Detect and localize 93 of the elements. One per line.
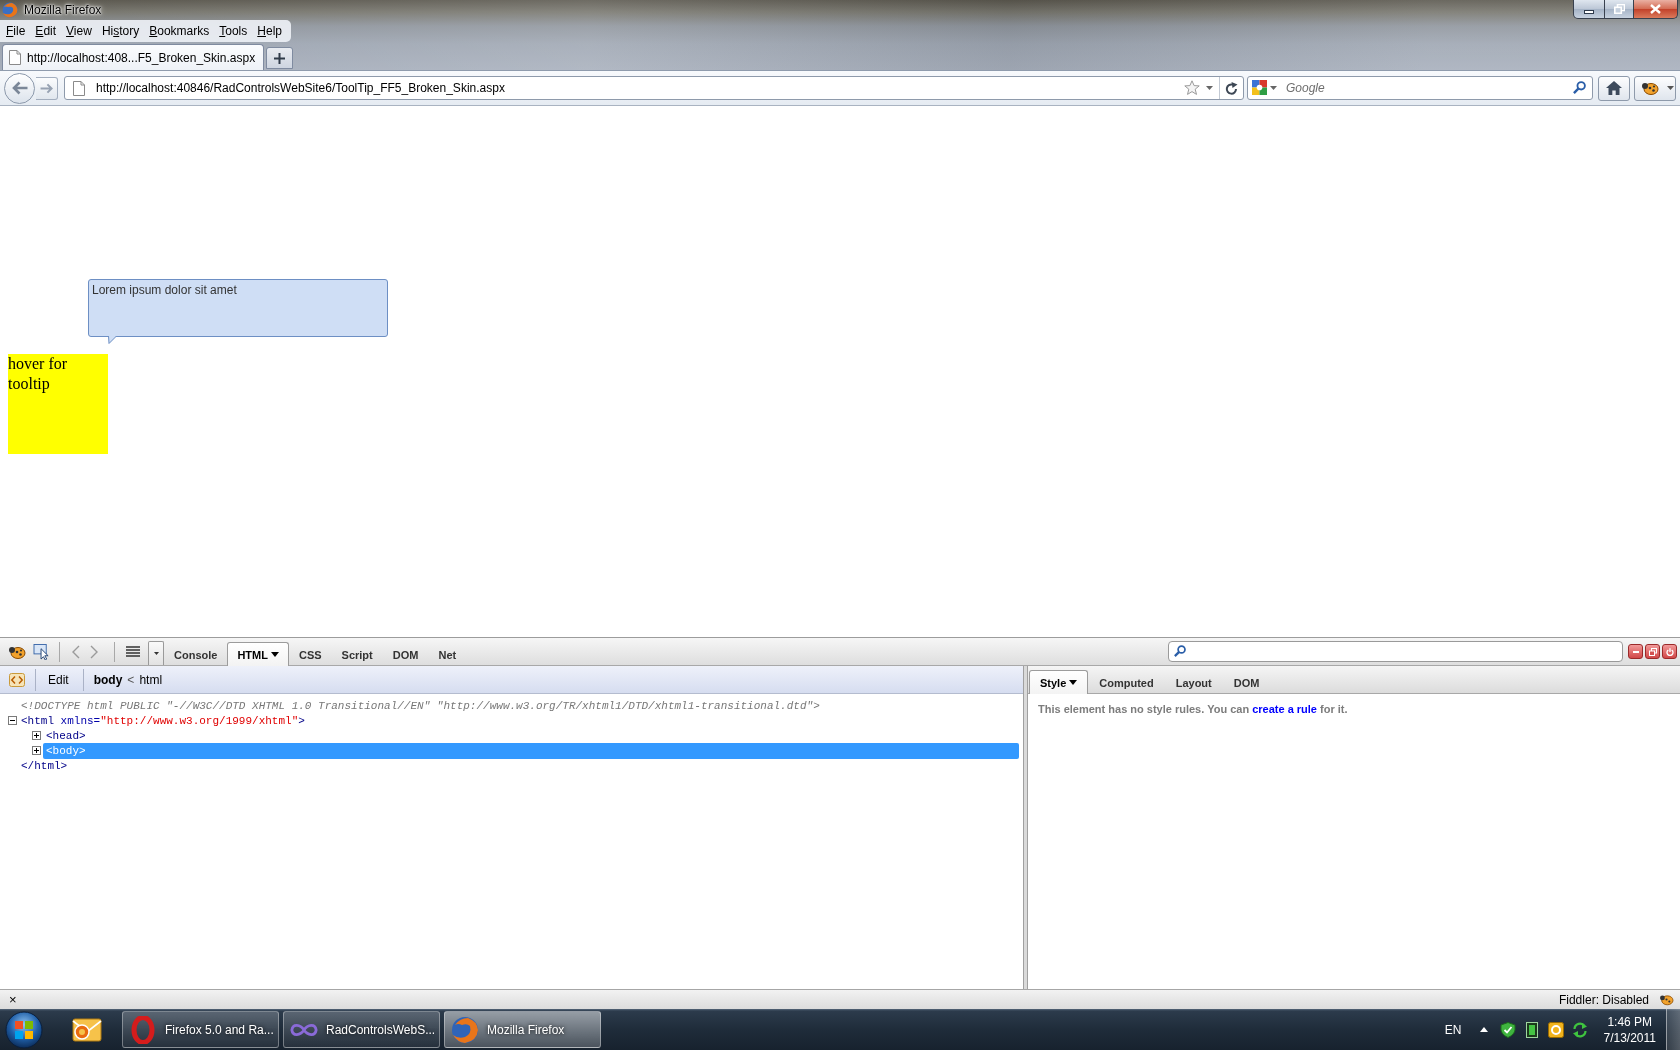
edit-button[interactable]: Edit	[44, 672, 73, 687]
hover-target[interactable]: hover for tooltip	[8, 354, 108, 454]
firebug-button[interactable]	[1634, 75, 1676, 101]
start-orb-icon[interactable]	[5, 1010, 43, 1049]
menu-item[interactable]: Edit	[30, 24, 62, 38]
sync-arrows-icon[interactable]	[1571, 1021, 1588, 1038]
show-desktop-button[interactable]	[1666, 1009, 1680, 1050]
code-brackets-icon[interactable]	[9, 672, 25, 687]
side-panel-tab[interactable]: Style	[1029, 670, 1089, 694]
close-button[interactable]	[1662, 644, 1677, 659]
ring-icon	[129, 1015, 157, 1044]
restore-button[interactable]	[1605, 0, 1634, 19]
back-button[interactable]	[4, 72, 35, 104]
page-icon	[9, 50, 21, 65]
restore-icon	[1613, 4, 1625, 14]
menu-item[interactable]: History	[96, 24, 145, 38]
caret-icon[interactable]	[1206, 86, 1213, 90]
new-tab-button[interactable]	[266, 47, 294, 69]
breadcrumb-item[interactable]: html	[137, 672, 165, 687]
panel-tab[interactable]: Net	[428, 643, 467, 666]
caret-icon	[1667, 86, 1674, 90]
menu-dropdown-button[interactable]	[148, 641, 164, 665]
collapse-icon[interactable]	[8, 716, 17, 725]
browser-tab[interactable]: http://localhost:408...F5_Broken_Skin.aspx	[2, 44, 265, 70]
html-tag-line[interactable]: <head>	[43, 727, 86, 744]
search-icon	[1174, 645, 1186, 657]
envelope-icon[interactable]	[72, 1015, 102, 1044]
side-panel-tab[interactable]: Layout	[1164, 671, 1223, 694]
minimize-icon	[1584, 9, 1594, 14]
power-icon	[1665, 647, 1674, 656]
panel-tab[interactable]: CSS	[288, 643, 332, 666]
menu-item[interactable]: File	[1, 24, 31, 38]
taskbar-button[interactable]: Firefox 5.0 and Ra...	[122, 1011, 279, 1048]
panel-tab[interactable]: HTML	[227, 642, 289, 666]
reload-icon	[1225, 81, 1238, 95]
bug-icon	[1641, 80, 1659, 96]
home-button[interactable]	[1598, 75, 1630, 101]
bug-icon[interactable]	[1659, 993, 1674, 1006]
clock-time[interactable]: 1:46 PM	[1607, 1013, 1653, 1030]
panel-tab[interactable]: DOM	[382, 643, 429, 666]
side-panel-tab[interactable]: Computed	[1088, 671, 1165, 694]
path-separator: <	[126, 672, 136, 687]
ring-tile-icon[interactable]	[1547, 1021, 1564, 1038]
close-button[interactable]: ×	[6, 992, 20, 1007]
menu-item[interactable]: Help	[252, 24, 287, 38]
globe-icon	[2, 2, 18, 18]
plus-icon	[274, 52, 286, 64]
windows-icon	[1648, 647, 1657, 656]
close-button[interactable]	[1634, 0, 1678, 19]
html-tag-line[interactable]: <html xmlns="http://www.w3.org/1999/xhtml">	[21, 712, 305, 729]
tooltip: Lorem ipsum dolor sit amet	[88, 279, 388, 337]
minimize-button[interactable]	[1573, 0, 1605, 19]
caret-icon	[153, 652, 159, 655]
side-panel-tab[interactable]: DOM	[1222, 671, 1271, 694]
menu-item[interactable]: View	[61, 24, 97, 38]
tooltip-pointer-icon	[108, 336, 117, 344]
address-field[interactable]: http://localhost:40846/RadControlsWebSite6/ToolTip_FF5_Broken_Skin.aspx	[64, 76, 1244, 100]
firebug-search-field[interactable]	[1168, 641, 1623, 662]
shield-icon[interactable]	[1499, 1021, 1516, 1038]
close-icon	[1650, 4, 1661, 14]
html-tag-line[interactable]: </html>	[21, 757, 68, 774]
up-triangle-icon[interactable]	[1479, 1027, 1488, 1032]
minimize-button[interactable]	[1628, 644, 1643, 659]
caret-icon[interactable]	[1270, 86, 1277, 90]
inspect-icon[interactable]	[33, 643, 51, 660]
menu-item[interactable]: Bookmarks	[144, 24, 215, 38]
right-arrow-icon	[40, 82, 53, 94]
star-icon[interactable]	[1184, 80, 1200, 96]
window-title: Mozilla Firefox	[24, 3, 102, 17]
panel-tab[interactable]: Console	[164, 643, 228, 666]
home-icon	[1606, 81, 1622, 95]
expand-icon[interactable]	[32, 731, 41, 740]
clock-date[interactable]: 7/13/2011	[1603, 1029, 1656, 1046]
list-icon[interactable]	[126, 646, 140, 657]
status-text: Fiddler: Disabled	[1558, 992, 1649, 1007]
search-field[interactable]: Google	[1247, 76, 1593, 100]
left-arrow-icon	[11, 81, 28, 95]
search-icon[interactable]	[1573, 81, 1586, 94]
breadcrumb-item[interactable]: body	[91, 672, 125, 687]
color-blocks-icon[interactable]	[1252, 80, 1267, 95]
doctype-line: <!DOCTYPE html PUBLIC "-//W3C//DTD XHTML 1.0 Transitional//EN" "http://www.w3.org/TR/xhtml1/DTD/xhtml1-transitional.dtd">	[21, 699, 820, 712]
language-indicator[interactable]: EN	[1444, 1022, 1462, 1037]
battery-icon[interactable]	[1523, 1021, 1540, 1038]
taskbar-button[interactable]: RadControlsWebS...	[283, 1011, 440, 1048]
page-icon	[73, 80, 85, 96]
detach-button[interactable]	[1645, 644, 1660, 659]
globe-icon	[451, 1015, 479, 1044]
menu-item[interactable]: Tools	[214, 24, 253, 38]
taskbar-button[interactable]: Mozilla Firefox	[444, 1011, 601, 1048]
expand-icon[interactable]	[32, 746, 41, 755]
panel-tab[interactable]: Script	[331, 643, 383, 666]
style-message: This element has no style rules. You can create a rule for it.	[1037, 702, 1349, 717]
create-rule-link[interactable]: create a rule	[1252, 703, 1317, 715]
